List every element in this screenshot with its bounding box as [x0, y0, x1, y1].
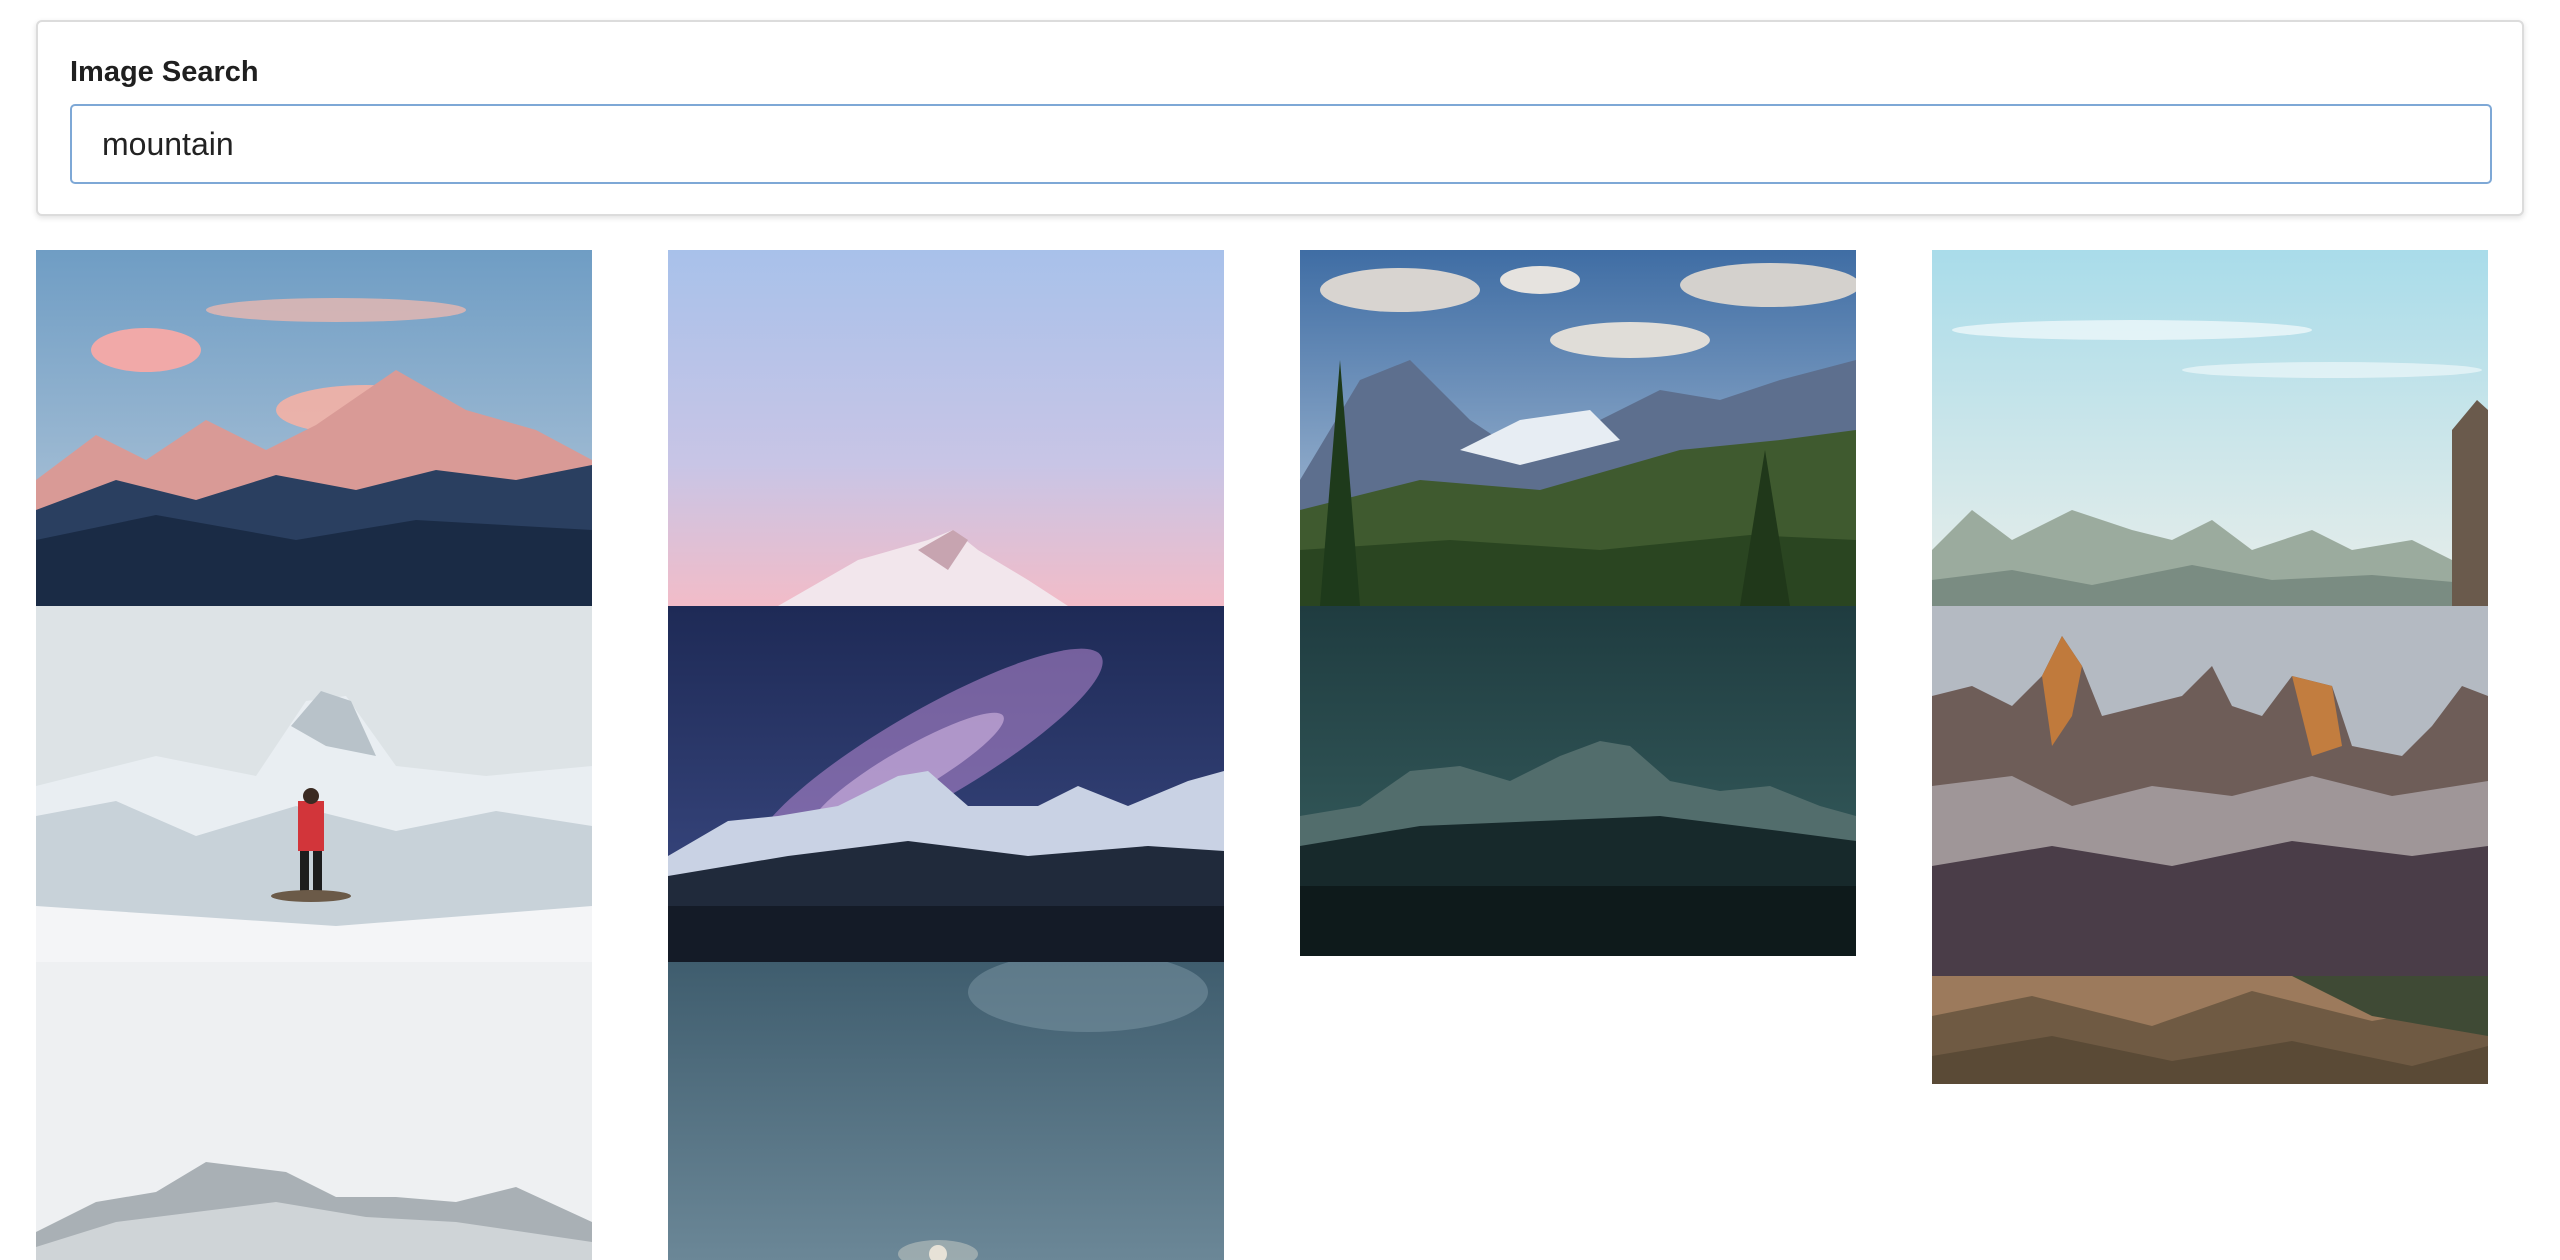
pink-summit-image[interactable]: [668, 250, 1224, 606]
alpenglow-peaks-image[interactable]: [36, 250, 592, 606]
hazy-ridges-image[interactable]: [1932, 250, 2488, 606]
rocky-slope-image[interactable]: [1932, 976, 2488, 1084]
hiker-matterhorn-image[interactable]: [36, 606, 592, 962]
snowy-ridge-image[interactable]: [36, 962, 592, 1260]
moonrise-sky-image[interactable]: [668, 962, 1224, 1260]
green-valley-mountains-image[interactable]: [1300, 250, 1856, 606]
torres-del-paine-image[interactable]: [1932, 606, 2488, 976]
search-title: Image Search: [70, 56, 259, 88]
search-input[interactable]: [70, 104, 2492, 184]
search-panel: Image Search: [36, 20, 2524, 216]
milky-way-peaks-image[interactable]: [668, 606, 1224, 962]
teal-dusk-range-image[interactable]: [1300, 606, 1856, 956]
